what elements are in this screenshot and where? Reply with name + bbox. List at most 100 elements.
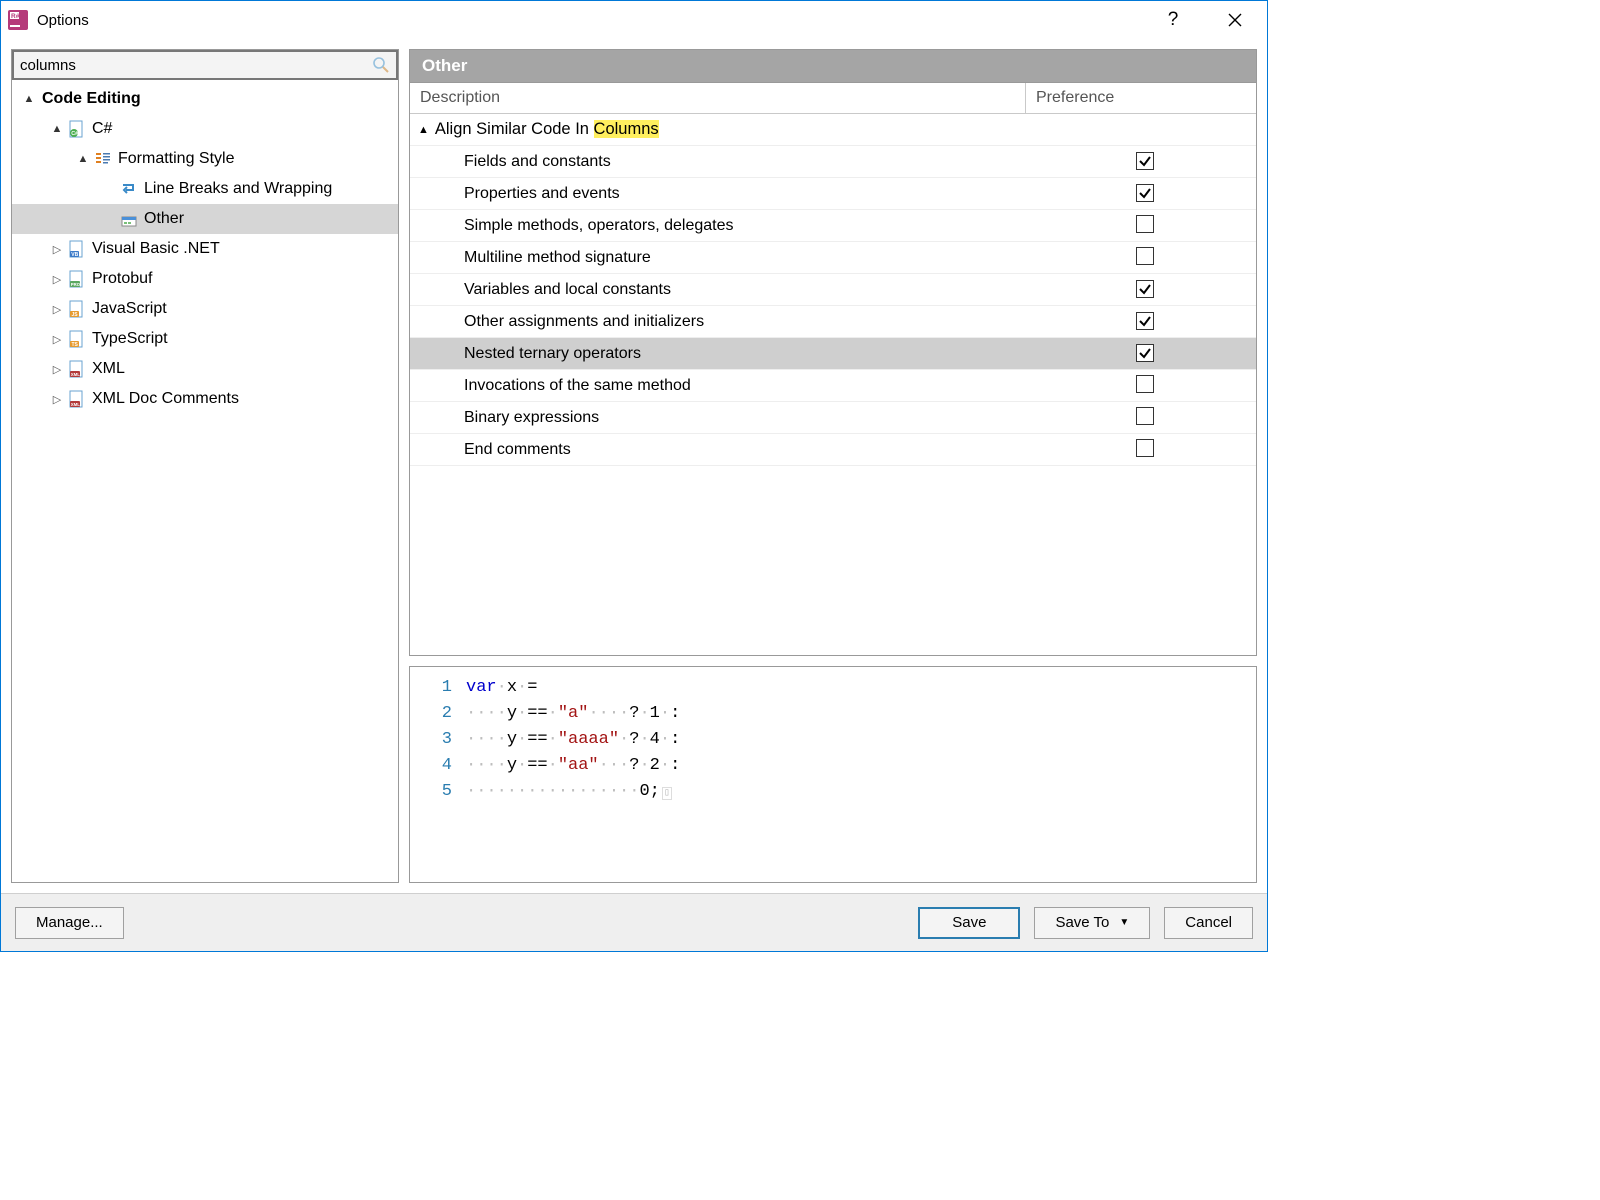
close-button[interactable] [1213,4,1257,36]
option-row[interactable]: Nested ternary operators [410,338,1256,370]
column-preference[interactable]: Preference [1026,83,1256,113]
option-label: Properties and events [410,181,1026,207]
checkbox[interactable] [1136,344,1154,362]
option-preference [1026,280,1256,300]
option-row[interactable]: Binary expressions [410,402,1256,434]
collapse-icon[interactable]: ▲ [76,153,90,165]
option-preference [1026,375,1256,397]
settings-tree[interactable]: ▲ Code Editing ▲ C# C# ▲ Formatting Styl… [12,80,398,882]
tree-node-other[interactable]: Other [12,204,398,234]
tree-node-xml-doc[interactable]: ▷ XML XML Doc Comments [12,384,398,414]
xml-file-icon: XML [68,360,86,378]
chevron-down-icon: ▼ [1119,917,1129,928]
option-label: Other assignments and initializers [410,309,1026,335]
option-label: Invocations of the same method [410,373,1026,399]
option-row[interactable]: Other assignments and initializers [410,306,1256,338]
left-pane: ▲ Code Editing ▲ C# C# ▲ Formatting Styl… [11,49,399,883]
group-label: Align Similar Code In Columns [435,120,659,139]
expand-icon[interactable]: ▷ [50,243,64,256]
right-pane: Other Description Preference ▲ Align Sim… [409,49,1257,883]
tree-node-xml[interactable]: ▷ XML XML [12,354,398,384]
help-button[interactable]: ? [1151,4,1195,36]
option-row[interactable]: Simple methods, operators, delegates [410,210,1256,242]
option-label: Variables and local constants [410,277,1026,303]
expand-icon[interactable]: ▷ [50,333,64,346]
option-row[interactable]: Multiline method signature [410,242,1256,274]
option-preference [1026,184,1256,204]
expand-icon[interactable]: ▷ [50,303,64,316]
panel-title: Other [409,49,1257,82]
manage-button[interactable]: Manage... [15,907,124,939]
save-button[interactable]: Save [918,907,1020,939]
dialog-body: ▲ Code Editing ▲ C# C# ▲ Formatting Styl… [1,39,1267,893]
line-number: 1 [424,675,452,701]
other-icon [120,210,138,228]
option-preference [1026,152,1256,172]
grid-body[interactable]: ▲ Align Similar Code In Columns Fields a… [410,114,1256,655]
svg-text:R#: R# [11,13,20,20]
collapse-icon[interactable]: ▲ [50,123,64,135]
svg-text:C#: C# [71,131,78,137]
option-row[interactable]: End comments [410,434,1256,466]
checkbox[interactable] [1136,184,1154,202]
checkbox[interactable] [1136,280,1154,298]
line-break-icon [120,180,138,198]
svg-text:TS: TS [72,342,79,348]
option-row[interactable]: Fields and constants [410,146,1256,178]
js-file-icon: JS [68,300,86,318]
code-line: ·················0;▯ [466,779,672,807]
option-row[interactable]: Properties and events [410,178,1256,210]
checkbox[interactable] [1136,215,1154,233]
expand-icon[interactable]: ▷ [50,363,64,376]
tree-node-vb[interactable]: ▷ VB Visual Basic .NET [12,234,398,264]
option-row[interactable]: Variables and local constants [410,274,1256,306]
options-window: R# Options ? ▲ Code Editing [0,0,1268,952]
dialog-footer: Manage... Save Save To ▼ Cancel [1,893,1267,951]
cancel-button[interactable]: Cancel [1164,907,1253,939]
line-number: 5 [424,779,452,807]
formatting-icon [94,150,112,168]
option-preference [1026,215,1256,237]
checkbox[interactable] [1136,152,1154,170]
tree-node-line-breaks[interactable]: Line Breaks and Wrapping [12,174,398,204]
tree-node-typescript[interactable]: ▷ TS TypeScript [12,324,398,354]
xml-file-icon: XML [68,390,86,408]
titlebar: R# Options ? [1,1,1267,39]
window-title: Options [37,12,89,29]
expand-icon[interactable]: ▷ [50,273,64,286]
csharp-file-icon: C# [68,120,86,138]
column-description[interactable]: Description [410,83,1026,113]
line-number: 3 [424,727,452,753]
option-preference [1026,312,1256,332]
search-icon [372,56,390,74]
collapse-icon[interactable]: ▲ [22,93,36,105]
checkbox[interactable] [1136,312,1154,330]
option-preference [1026,344,1256,364]
save-to-button[interactable]: Save To ▼ [1034,907,1150,939]
search-container [12,50,398,80]
checkbox[interactable] [1136,407,1154,425]
tree-node-protobuf[interactable]: ▷ PRO Protobuf [12,264,398,294]
option-preference [1026,247,1256,269]
option-label: Simple methods, operators, delegates [410,213,1026,239]
option-label: End comments [410,437,1026,463]
checkbox[interactable] [1136,439,1154,457]
close-icon [1228,13,1242,27]
grid-header: Description Preference [410,83,1256,114]
group-align-columns[interactable]: ▲ Align Similar Code In Columns [410,114,1256,146]
collapse-icon[interactable]: ▲ [418,124,429,136]
option-preference [1026,439,1256,461]
tree-node-csharp[interactable]: ▲ C# C# [12,114,398,144]
search-input[interactable] [14,52,396,78]
checkbox[interactable] [1136,375,1154,393]
option-row[interactable]: Invocations of the same method [410,370,1256,402]
expand-icon[interactable]: ▷ [50,393,64,406]
tree-node-code-editing[interactable]: ▲ Code Editing [12,84,398,114]
line-number: 4 [424,753,452,779]
tree-node-javascript[interactable]: ▷ JS JavaScript [12,294,398,324]
code-line: ····y·==·"aaaa"·?·4·: [466,727,680,753]
tree-node-formatting-style[interactable]: ▲ Formatting Style [12,144,398,174]
code-preview: 1var·x·=2····y·==·"a"····?·1·:3····y·==·… [409,666,1257,883]
checkbox[interactable] [1136,247,1154,265]
option-label: Nested ternary operators [410,341,1026,367]
